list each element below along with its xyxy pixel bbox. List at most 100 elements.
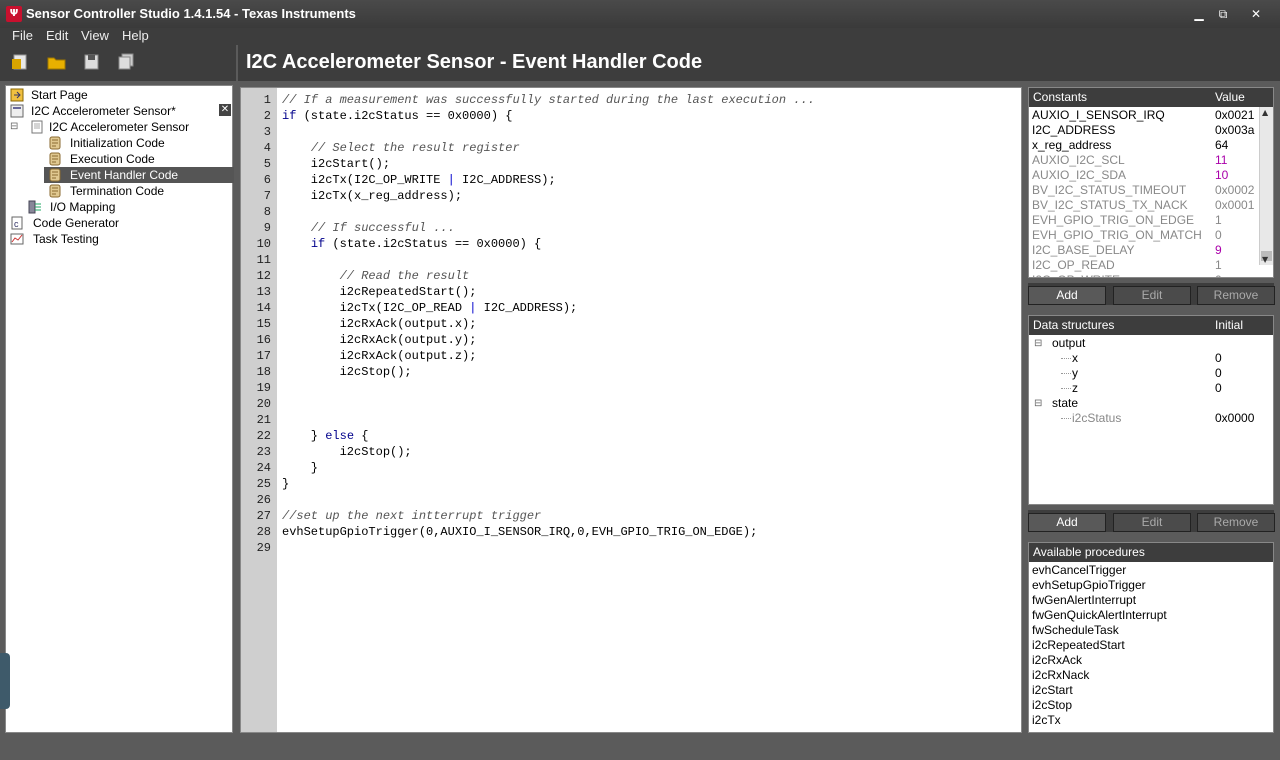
menu-help[interactable]: Help xyxy=(122,28,149,43)
tree-item-io-mapping[interactable]: I/O Mapping xyxy=(28,199,228,215)
minimize-button[interactable]: ▁ xyxy=(1186,4,1212,24)
save-all-icon[interactable] xyxy=(116,53,136,71)
tree-item-initialization-code[interactable]: Initialization Code xyxy=(46,135,232,151)
code-line[interactable]: i2cStop(); xyxy=(282,364,412,380)
edit-data-structure-button[interactable]: Edit xyxy=(1113,513,1191,532)
code-line[interactable]: // Select the result register xyxy=(282,140,520,156)
constant-name[interactable]: I2C_BASE_DELAY xyxy=(1032,243,1135,258)
code-line[interactable]: // If successful ... xyxy=(282,220,455,236)
constant-value[interactable]: 0x0001 xyxy=(1215,198,1254,213)
procedure-item[interactable]: fwGenAlertInterrupt xyxy=(1032,593,1136,608)
add-data-structure-button[interactable]: Add xyxy=(1028,513,1106,532)
constant-value[interactable]: 11 xyxy=(1215,153,1227,168)
code-line[interactable]: if (state.i2cStatus == 0x0000) { xyxy=(282,108,512,124)
constant-name[interactable]: AUXIO_I2C_SDA xyxy=(1032,168,1126,183)
struct-member[interactable]: y xyxy=(1072,366,1078,381)
code-line[interactable]: } else { xyxy=(282,428,369,444)
constant-name[interactable]: EVH_GPIO_TRIG_ON_EDGE xyxy=(1032,213,1194,228)
scroll-up-icon[interactable]: ▲ xyxy=(1262,108,1268,117)
struct-initial-value[interactable]: 0 xyxy=(1215,381,1222,396)
collapse-icon[interactable]: ⊟ xyxy=(1034,336,1042,351)
constant-value[interactable]: 0 xyxy=(1215,228,1222,243)
constant-name[interactable]: I2C_OP_WRITE xyxy=(1032,273,1120,278)
code-line[interactable]: i2cRxAck(output.y); xyxy=(282,332,477,348)
code-line[interactable]: i2cRxAck(output.x); xyxy=(282,316,477,332)
constant-value[interactable]: 64 xyxy=(1215,138,1228,153)
code-line[interactable]: // If a measurement was successfully sta… xyxy=(282,92,815,108)
menu-view[interactable]: View xyxy=(81,28,109,43)
remove-data-structure-button[interactable]: Remove xyxy=(1197,513,1275,532)
code-line[interactable]: } xyxy=(282,476,289,492)
menu-edit[interactable]: Edit xyxy=(46,28,68,43)
tree-item-termination-code[interactable]: Termination Code xyxy=(46,183,232,199)
constant-value[interactable]: 9 xyxy=(1215,243,1222,258)
constant-name[interactable]: AUXIO_I_SENSOR_IRQ xyxy=(1032,108,1165,123)
code-editor[interactable]: 1 2 3 4 5 6 7 8 9 10 11 12 13 14 15 16 17 18 19 20 21 22 23 24 2… xyxy=(240,87,1022,733)
new-project-icon[interactable] xyxy=(11,53,31,71)
code-line[interactable]: evhSetupGpioTrigger(0,AUXIO_I_SENSOR_IRQ… xyxy=(282,524,757,540)
constant-name[interactable]: I2C_ADDRESS xyxy=(1032,123,1115,138)
procedure-item[interactable]: i2cStart xyxy=(1032,683,1073,698)
constant-name[interactable]: x_reg_address xyxy=(1032,138,1111,153)
maximize-button[interactable]: ⧉ xyxy=(1210,4,1236,24)
add-constant-button[interactable]: Add xyxy=(1028,286,1106,305)
open-folder-icon[interactable] xyxy=(47,53,67,71)
constant-name[interactable]: BV_I2C_STATUS_TIMEOUT xyxy=(1032,183,1186,198)
struct-initial-value[interactable]: 0 xyxy=(1215,366,1222,381)
constant-name[interactable]: EVH_GPIO_TRIG_ON_MATCH xyxy=(1032,228,1202,243)
procedure-item[interactable]: evhCancelTrigger xyxy=(1032,563,1126,578)
struct-initial-value[interactable]: 0 xyxy=(1215,351,1222,366)
code-line[interactable]: i2cStart(); xyxy=(282,156,390,172)
code-line[interactable]: i2cRxAck(output.z); xyxy=(282,348,477,364)
struct-name[interactable]: output xyxy=(1052,336,1085,351)
procedure-item[interactable]: fwScheduleTask xyxy=(1032,623,1119,638)
procedure-item[interactable]: i2cRepeatedStart xyxy=(1032,638,1125,653)
close-window-button[interactable]: ✕ xyxy=(1243,4,1269,24)
code-line[interactable]: if (state.i2cStatus == 0x0000) { xyxy=(282,236,541,252)
remove-constant-button[interactable]: Remove xyxy=(1197,286,1275,305)
collapse-icon[interactable]: ⊟ xyxy=(10,119,18,135)
constant-value[interactable]: 0x003a xyxy=(1215,123,1254,138)
code-line[interactable]: //set up the next intterrupt trigger xyxy=(282,508,541,524)
procedures-list[interactable]: evhCancelTrigger evhSetupGpioTrigger fwGen… xyxy=(1029,562,1273,732)
tree-item-code-generator[interactable]: c Code Generator xyxy=(8,215,228,231)
code-line[interactable]: i2cRepeatedStart(); xyxy=(282,284,477,300)
procedure-item[interactable]: i2cStop xyxy=(1032,698,1072,713)
collapse-icon[interactable]: ⊟ xyxy=(1034,396,1042,411)
tree-item-task-testing[interactable]: Task Testing xyxy=(8,231,228,247)
procedure-item[interactable]: evhSetupGpioTrigger xyxy=(1032,578,1146,593)
procedure-item[interactable]: fwGenQuickAlertInterrupt xyxy=(1032,608,1167,623)
code-line[interactable]: // Read the result xyxy=(282,268,470,284)
close-project-icon[interactable]: ✕ xyxy=(219,104,231,116)
constant-name[interactable]: I2C_OP_READ xyxy=(1032,258,1115,273)
scroll-down-icon[interactable]: ▼ xyxy=(1262,255,1268,264)
code-line[interactable]: i2cTx(I2C_OP_READ | I2C_ADDRESS); xyxy=(282,300,578,316)
struct-member[interactable]: z xyxy=(1072,381,1078,396)
data-structures-list[interactable]: ⊟ output x 0 y 0 z 0 ⊟ state i2cStatus 0x0000 xyxy=(1029,335,1273,505)
tree-item-execution-code[interactable]: Execution Code xyxy=(46,151,232,167)
struct-initial-value[interactable]: 0x0000 xyxy=(1215,411,1254,426)
edit-constant-button[interactable]: Edit xyxy=(1113,286,1191,305)
save-icon[interactable] xyxy=(82,53,102,71)
constant-value[interactable]: 0x0002 xyxy=(1215,183,1254,198)
constant-value[interactable]: 0x0021 xyxy=(1215,108,1254,123)
constants-list[interactable]: AUXIO_I_SENSOR_IRQ 0x0021 I2C_ADDRESS 0x003… xyxy=(1029,107,1259,278)
struct-name[interactable]: state xyxy=(1052,396,1078,411)
constant-value[interactable]: 1 xyxy=(1215,213,1222,228)
procedure-item[interactable]: i2cRxNack xyxy=(1032,668,1089,683)
code-line[interactable]: i2cTx(x_reg_address); xyxy=(282,188,462,204)
constant-value[interactable]: 10 xyxy=(1215,168,1228,183)
struct-member[interactable]: i2cStatus xyxy=(1072,411,1121,426)
constant-name[interactable]: AUXIO_I2C_SCL xyxy=(1032,153,1125,168)
tree-item-project[interactable]: I2C Accelerometer Sensor* xyxy=(8,103,214,119)
menu-file[interactable]: File xyxy=(12,28,33,43)
tree-item-start-page[interactable]: Start Page xyxy=(8,87,228,103)
procedure-item[interactable]: i2cTx xyxy=(1032,713,1061,728)
tree-item-event-handler-code[interactable]: Event Handler Code xyxy=(46,167,232,183)
constants-scrollbar[interactable]: ▲ ▼ xyxy=(1259,107,1273,265)
constant-value[interactable]: 0 xyxy=(1215,273,1222,278)
code-line[interactable]: } xyxy=(282,460,318,476)
struct-member[interactable]: x xyxy=(1072,351,1078,366)
code-line[interactable]: i2cTx(I2C_OP_WRITE | I2C_ADDRESS); xyxy=(282,172,556,188)
tree-item-task[interactable]: ⊟ I2C Accelerometer Sensor xyxy=(10,119,230,135)
